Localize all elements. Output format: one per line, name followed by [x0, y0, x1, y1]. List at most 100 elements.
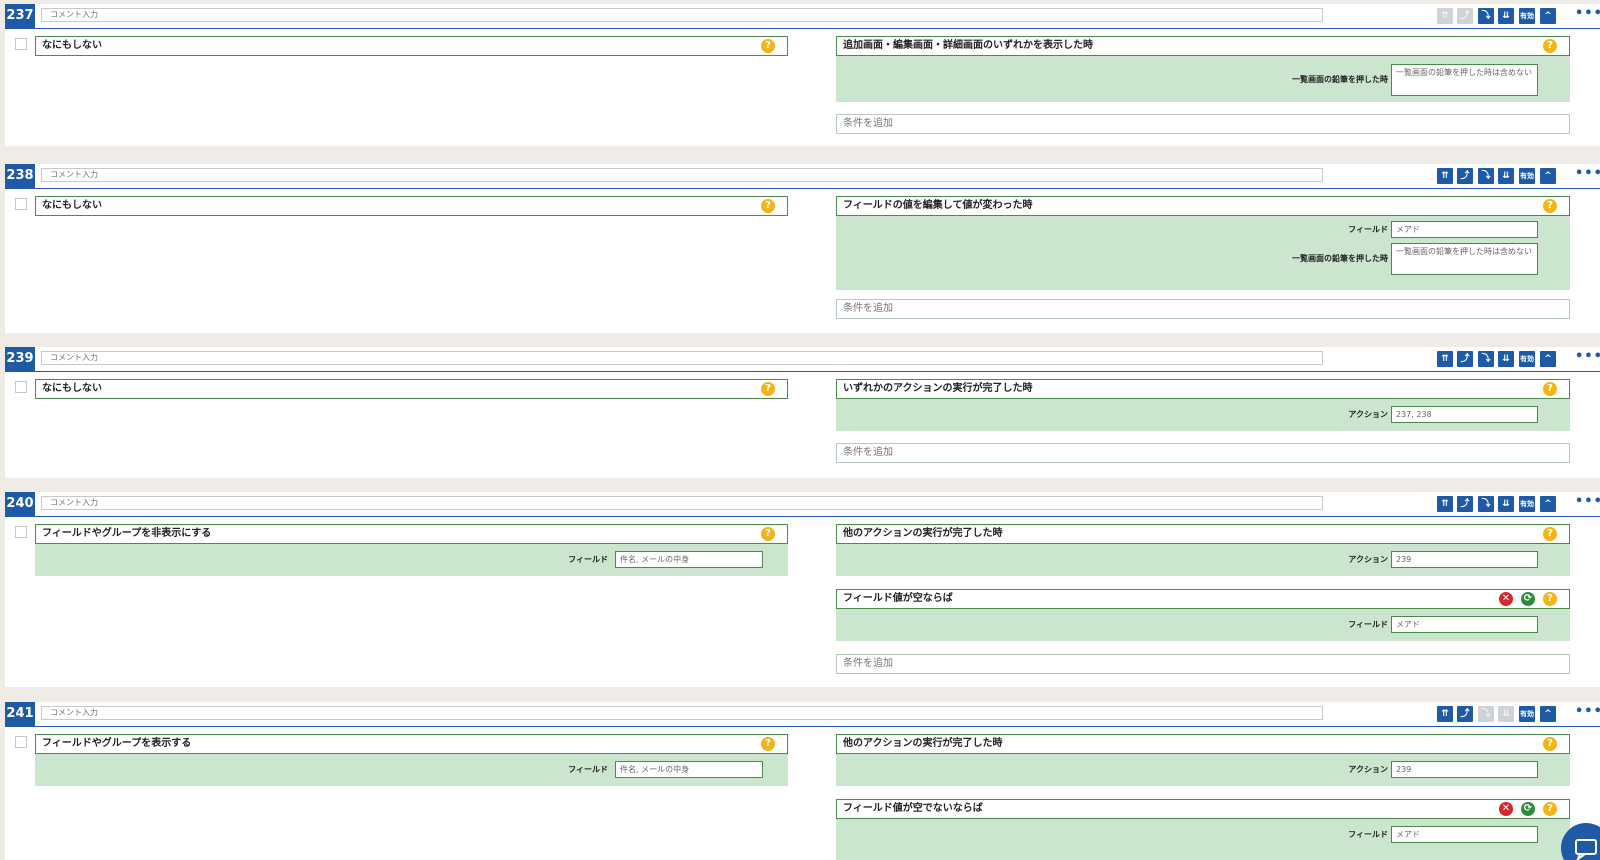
trigger-params-panel: フィールド メアド 一覧画面の鉛筆を押した時 一覧画面の鉛筆を押した時は含めない: [836, 216, 1570, 290]
trigger-select[interactable]: 追加画面・編集画面・詳細画面のいずれかを表示した時 ?: [836, 36, 1570, 56]
more-menu-icon[interactable]: •••: [1575, 350, 1600, 367]
help-icon[interactable]: ?: [1543, 39, 1557, 53]
rule-card: 240 ⇈ ⤴ ⤵ ⇊ 有効 ^ ••• フィールドやグループを非表示にする ?…: [5, 492, 1600, 687]
move-bottom-button[interactable]: ⇊: [1498, 706, 1514, 722]
more-menu-icon[interactable]: •••: [1575, 167, 1600, 184]
action-select[interactable]: フィールドやグループを表示する ?: [35, 734, 788, 754]
move-down-button[interactable]: ⤵: [1478, 351, 1494, 367]
param-value[interactable]: 239: [1391, 551, 1538, 568]
trigger-select[interactable]: いずれかのアクションの実行が完了した時 ?: [836, 379, 1570, 399]
help-icon[interactable]: ?: [761, 737, 775, 751]
param-value[interactable]: 239: [1391, 761, 1538, 778]
move-up-button[interactable]: ⤴: [1457, 706, 1473, 722]
add-condition-button[interactable]: 条件を追加: [836, 654, 1570, 674]
refresh-icon[interactable]: ⟳: [1521, 592, 1535, 606]
move-top-button[interactable]: ⇈: [1437, 168, 1453, 184]
collapse-button[interactable]: ^: [1540, 496, 1556, 512]
rule-select-checkbox[interactable]: [15, 38, 27, 50]
param-value[interactable]: 一覧画面の鉛筆を押した時は含めない: [1391, 64, 1538, 96]
delete-icon[interactable]: ✕: [1499, 592, 1513, 606]
trigger-label: 他のアクションの実行が完了した時: [843, 738, 1003, 749]
help-icon[interactable]: ?: [1543, 802, 1557, 816]
move-top-button[interactable]: ⇈: [1437, 351, 1453, 367]
param-value[interactable]: 237, 238: [1391, 406, 1538, 423]
trigger-params-panel: アクション 239: [836, 754, 1570, 786]
help-icon[interactable]: ?: [761, 39, 775, 53]
action-label: フィールドやグループを非表示にする: [42, 528, 212, 539]
move-bottom-button[interactable]: ⇊: [1498, 351, 1514, 367]
more-menu-icon[interactable]: •••: [1575, 7, 1600, 24]
help-icon[interactable]: ?: [1543, 592, 1557, 606]
move-top-button[interactable]: ⇈: [1437, 8, 1453, 24]
comment-input[interactable]: [41, 8, 1323, 22]
comment-input[interactable]: [41, 706, 1323, 720]
param-value[interactable]: 件名, メールの中身: [615, 761, 763, 778]
add-condition-button[interactable]: 条件を追加: [836, 114, 1570, 134]
action-label: フィールドやグループを表示する: [42, 738, 192, 749]
condition-select[interactable]: フィールド値が空でないならば ✕ ⟳ ?: [836, 799, 1570, 819]
delete-icon[interactable]: ✕: [1499, 802, 1513, 816]
move-bottom-button[interactable]: ⇊: [1498, 8, 1514, 24]
action-select[interactable]: フィールドやグループを非表示にする ?: [35, 524, 788, 544]
collapse-button[interactable]: ^: [1540, 351, 1556, 367]
move-down-button[interactable]: ⤵: [1478, 168, 1494, 184]
move-bottom-button[interactable]: ⇊: [1498, 168, 1514, 184]
help-icon[interactable]: ?: [1543, 737, 1557, 751]
help-icon[interactable]: ?: [1543, 199, 1557, 213]
param-label: 一覧画面の鉛筆を押した時: [1292, 254, 1388, 263]
trigger-select[interactable]: フィールドの値を編集して値が変わった時 ?: [836, 196, 1570, 216]
enabled-toggle[interactable]: 有効: [1519, 351, 1535, 367]
more-menu-icon[interactable]: •••: [1575, 495, 1600, 512]
collapse-button[interactable]: ^: [1540, 706, 1556, 722]
param-value[interactable]: 一覧画面の鉛筆を押した時は含めない: [1391, 243, 1538, 275]
rule-select-checkbox[interactable]: [15, 736, 27, 748]
rule-header: 237 ⇈ ⤴ ⤵ ⇊ 有効 ^ •••: [5, 4, 1600, 29]
help-icon[interactable]: ?: [761, 382, 775, 396]
help-icon[interactable]: ?: [761, 527, 775, 541]
enabled-toggle[interactable]: 有効: [1519, 8, 1535, 24]
param-value[interactable]: 件名, メールの中身: [615, 551, 763, 568]
rule-number: 239: [5, 347, 35, 371]
enabled-toggle[interactable]: 有効: [1519, 496, 1535, 512]
trigger-params-panel: 一覧画面の鉛筆を押した時 一覧画面の鉛筆を押した時は含めない: [836, 56, 1570, 102]
rule-header: 240 ⇈ ⤴ ⤵ ⇊ 有効 ^ •••: [5, 492, 1600, 517]
add-condition-button[interactable]: 条件を追加: [836, 443, 1570, 463]
action-select[interactable]: なにもしない ?: [35, 379, 788, 399]
comment-input[interactable]: [41, 168, 1323, 182]
param-label: アクション: [1348, 555, 1388, 564]
collapse-button[interactable]: ^: [1540, 168, 1556, 184]
param-label: 一覧画面の鉛筆を押した時: [1292, 75, 1388, 84]
trigger-select[interactable]: 他のアクションの実行が完了した時 ?: [836, 734, 1570, 754]
move-up-button[interactable]: ⤴: [1457, 8, 1473, 24]
comment-input[interactable]: [41, 496, 1323, 510]
comment-input[interactable]: [41, 351, 1323, 365]
more-menu-icon[interactable]: •••: [1575, 705, 1600, 722]
move-bottom-button[interactable]: ⇊: [1498, 496, 1514, 512]
condition-select[interactable]: フィールド値が空ならば ✕ ⟳ ?: [836, 589, 1570, 609]
rule-select-checkbox[interactable]: [15, 526, 27, 538]
move-up-button[interactable]: ⤴: [1457, 351, 1473, 367]
rule-select-checkbox[interactable]: [15, 198, 27, 210]
action-select[interactable]: なにもしない ?: [35, 196, 788, 216]
move-down-button[interactable]: ⤵: [1478, 706, 1494, 722]
help-icon[interactable]: ?: [761, 199, 775, 213]
enabled-toggle[interactable]: 有効: [1519, 706, 1535, 722]
help-icon[interactable]: ?: [1543, 382, 1557, 396]
rule-select-checkbox[interactable]: [15, 381, 27, 393]
param-value[interactable]: メアド: [1391, 826, 1538, 843]
move-top-button[interactable]: ⇈: [1437, 496, 1453, 512]
collapse-button[interactable]: ^: [1540, 8, 1556, 24]
move-down-button[interactable]: ⤵: [1478, 496, 1494, 512]
trigger-select[interactable]: 他のアクションの実行が完了した時 ?: [836, 524, 1570, 544]
param-value[interactable]: メアド: [1391, 221, 1538, 238]
move-top-button[interactable]: ⇈: [1437, 706, 1453, 722]
refresh-icon[interactable]: ⟳: [1521, 802, 1535, 816]
enabled-toggle[interactable]: 有効: [1519, 168, 1535, 184]
add-condition-button[interactable]: 条件を追加: [836, 299, 1570, 319]
move-down-button[interactable]: ⤵: [1478, 8, 1494, 24]
action-select[interactable]: なにもしない ?: [35, 36, 788, 56]
param-value[interactable]: メアド: [1391, 616, 1538, 633]
move-up-button[interactable]: ⤴: [1457, 168, 1473, 184]
help-icon[interactable]: ?: [1543, 527, 1557, 541]
move-up-button[interactable]: ⤴: [1457, 496, 1473, 512]
